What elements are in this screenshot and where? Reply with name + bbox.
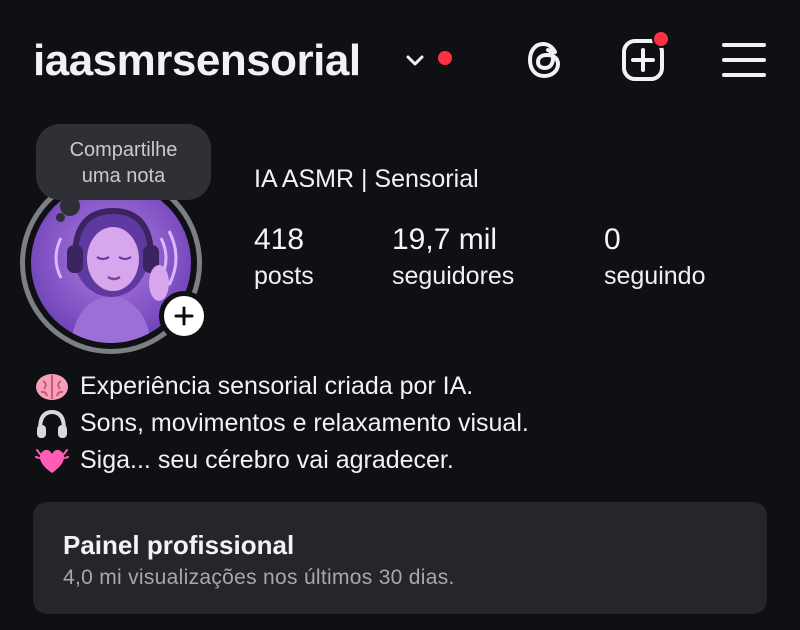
stat-posts[interactable]: 418 posts	[254, 222, 314, 292]
bio-line: Experiência sensorial criada por IA.	[34, 368, 529, 405]
stat-label: seguindo	[604, 262, 706, 290]
bio-text: Sons, movimentos e relaxamento visual.	[80, 409, 529, 437]
top-bar: iaasmrsensorial	[0, 0, 800, 120]
threads-icon[interactable]	[522, 36, 570, 84]
note-text-line2: uma nota	[81, 165, 166, 187]
chevron-down-icon[interactable]	[402, 50, 428, 72]
username-switcher[interactable]: iaasmrsensorial	[33, 36, 361, 86]
menu-icon[interactable]	[720, 36, 768, 84]
dashboard-title: Painel profissional	[63, 530, 295, 560]
dashboard-subtitle: 4,0 mi visualizações nos últimos 30 dias…	[63, 566, 455, 589]
stat-label: seguidores	[392, 262, 515, 290]
new-content-dot	[652, 30, 670, 48]
note-tail-small	[56, 213, 65, 222]
stat-label: posts	[254, 262, 314, 290]
headphones-emoji-icon	[34, 409, 70, 439]
add-story-button[interactable]	[159, 291, 209, 341]
stat-value: 0	[604, 223, 621, 256]
display-name: IA ASMR | Sensorial	[254, 165, 479, 193]
profile-bio: Experiência sensorial criada por IA. Son…	[34, 368, 529, 479]
heart-emoji-icon	[34, 446, 70, 476]
stat-following[interactable]: 0 seguindo	[604, 222, 705, 292]
stat-value: 418	[254, 223, 305, 256]
note-text-line1: Compartilhe	[69, 139, 178, 161]
bio-line: Sons, movimentos e relaxamento visual.	[34, 405, 529, 442]
bio-text: Siga... seu cérebro vai agradecer.	[80, 446, 454, 474]
share-note-bubble[interactable]: Compartilhe uma nota	[36, 124, 211, 200]
brain-emoji-icon	[34, 372, 70, 402]
stat-followers[interactable]: 19,7 mil seguidores	[392, 222, 514, 292]
professional-dashboard-card[interactable]: Painel profissional 4,0 mi visualizações…	[33, 502, 767, 614]
stat-value: 19,7 mil	[392, 223, 498, 256]
bio-text: Experiência sensorial criada por IA.	[80, 372, 474, 400]
bio-line: Siga... seu cérebro vai agradecer.	[34, 442, 529, 479]
plus-icon	[174, 306, 194, 326]
notification-dot	[438, 51, 452, 65]
